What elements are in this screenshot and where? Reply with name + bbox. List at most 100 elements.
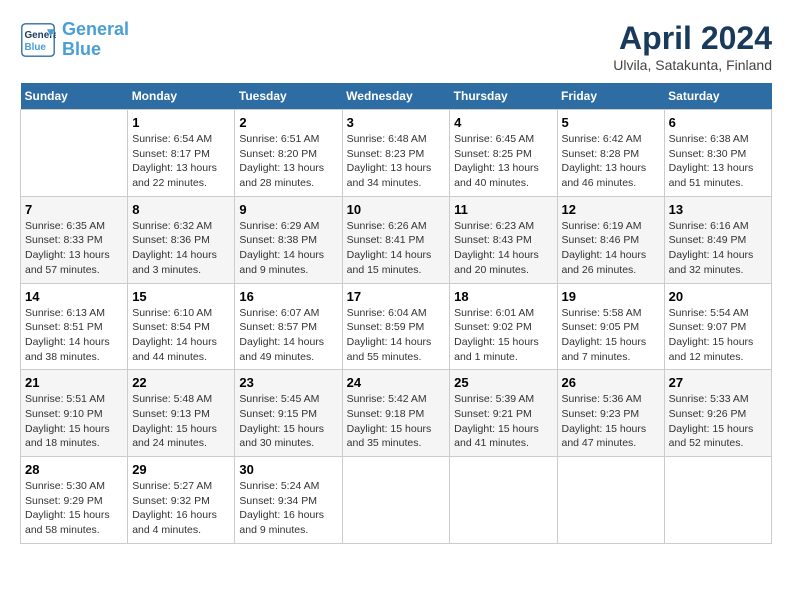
subtitle: Ulvila, Satakunta, Finland — [613, 57, 772, 73]
day-number: 22 — [132, 375, 230, 390]
day-number: 14 — [25, 289, 123, 304]
day-number: 18 — [454, 289, 552, 304]
day-number: 11 — [454, 202, 552, 217]
logo: General Blue GeneralBlue — [20, 20, 129, 60]
day-info: Sunrise: 6:19 AM Sunset: 8:46 PM Dayligh… — [562, 219, 660, 278]
calendar-cell: 26Sunrise: 5:36 AM Sunset: 9:23 PM Dayli… — [557, 370, 664, 457]
calendar-cell: 1 Sunrise: 6:54 AM Sunset: 8:17 PM Daylig… — [128, 110, 235, 197]
day-number: 9 — [239, 202, 337, 217]
calendar-cell: 11 Sunrise: 6:23 AM Sunset: 8:43 PM Dayli… — [450, 196, 557, 283]
day-header-tuesday: Tuesday — [235, 83, 342, 110]
day-info: Sunrise: 6:10 AM Sunset: 8:54 PM Dayligh… — [132, 306, 230, 365]
calendar-cell: 23 Sunrise: 5:45 AM Sunset: 9:15 PM Dayli… — [235, 370, 342, 457]
day-number: 16 — [239, 289, 337, 304]
calendar-cell — [557, 457, 664, 544]
calendar-cell: 27 Sunrise: 5:33 AM Sunset: 9:26 PM Dayli… — [664, 370, 771, 457]
calendar-cell: 12 Sunrise: 6:19 AM Sunset: 8:46 PM Dayli… — [557, 196, 664, 283]
calendar-cell: 18 Sunrise: 6:01 AM Sunset: 9:02 PM Dayli… — [450, 283, 557, 370]
day-number: 27 — [669, 375, 767, 390]
day-info: Sunrise: 6:23 AM Sunset: 8:43 PM Dayligh… — [454, 219, 552, 278]
day-header-wednesday: Wednesday — [342, 83, 450, 110]
day-number: 6 — [669, 115, 767, 130]
calendar-cell: 29 Sunrise: 5:27 AM Sunset: 9:32 PM Dayli… — [128, 457, 235, 544]
day-number: 15 — [132, 289, 230, 304]
day-header-monday: Monday — [128, 83, 235, 110]
day-info: Sunrise: 6:45 AM Sunset: 8:25 PM Dayligh… — [454, 132, 552, 191]
calendar-cell: 8 Sunrise: 6:32 AM Sunset: 8:36 PM Daylig… — [128, 196, 235, 283]
day-info: Sunrise: 6:35 AM Sunset: 8:33 PM Dayligh… — [25, 219, 123, 278]
day-info: Sunrise: 5:33 AM Sunset: 9:26 PM Dayligh… — [669, 392, 767, 451]
day-info: Sunrise: 5:36 AM Sunset: 9:23 PM Dayligh… — [562, 392, 660, 451]
day-number: 5 — [562, 115, 660, 130]
day-info: Sunrise: 6:26 AM Sunset: 8:41 PM Dayligh… — [347, 219, 446, 278]
day-number: 7 — [25, 202, 123, 217]
day-info: Sunrise: 6:51 AM Sunset: 8:20 PM Dayligh… — [239, 132, 337, 191]
day-info: Sunrise: 5:30 AM Sunset: 9:29 PM Dayligh… — [25, 479, 123, 538]
week-row-4: 21 Sunrise: 5:51 AM Sunset: 9:10 PM Dayli… — [21, 370, 772, 457]
calendar-cell: 9 Sunrise: 6:29 AM Sunset: 8:38 PM Daylig… — [235, 196, 342, 283]
day-number: 30 — [239, 462, 337, 477]
calendar-cell: 28Sunrise: 5:30 AM Sunset: 9:29 PM Dayli… — [21, 457, 128, 544]
day-info: Sunrise: 6:07 AM Sunset: 8:57 PM Dayligh… — [239, 306, 337, 365]
day-info: Sunrise: 6:04 AM Sunset: 8:59 PM Dayligh… — [347, 306, 446, 365]
day-number: 17 — [347, 289, 446, 304]
day-info: Sunrise: 6:29 AM Sunset: 8:38 PM Dayligh… — [239, 219, 337, 278]
calendar-cell: 30 Sunrise: 5:24 AM Sunset: 9:34 PM Dayli… — [235, 457, 342, 544]
day-info: Sunrise: 6:42 AM Sunset: 8:28 PM Dayligh… — [562, 132, 660, 191]
day-number: 10 — [347, 202, 446, 217]
calendar-cell — [450, 457, 557, 544]
calendar-cell: 16 Sunrise: 6:07 AM Sunset: 8:57 PM Dayli… — [235, 283, 342, 370]
svg-text:Blue: Blue — [25, 42, 47, 53]
logo-icon: General Blue — [20, 22, 56, 58]
calendar-cell: 3Sunrise: 6:48 AM Sunset: 8:23 PM Daylig… — [342, 110, 450, 197]
day-number: 29 — [132, 462, 230, 477]
day-number: 25 — [454, 375, 552, 390]
day-number: 23 — [239, 375, 337, 390]
calendar-cell: 15 Sunrise: 6:10 AM Sunset: 8:54 PM Dayli… — [128, 283, 235, 370]
day-info: Sunrise: 5:45 AM Sunset: 9:15 PM Dayligh… — [239, 392, 337, 451]
calendar-cell: 6 Sunrise: 6:38 AM Sunset: 8:30 PM Daylig… — [664, 110, 771, 197]
day-info: Sunrise: 5:24 AM Sunset: 9:34 PM Dayligh… — [239, 479, 337, 538]
day-info: Sunrise: 5:48 AM Sunset: 9:13 PM Dayligh… — [132, 392, 230, 451]
day-number: 1 — [132, 115, 230, 130]
day-info: Sunrise: 6:01 AM Sunset: 9:02 PM Dayligh… — [454, 306, 552, 365]
calendar-cell — [664, 457, 771, 544]
day-info: Sunrise: 6:54 AM Sunset: 8:17 PM Dayligh… — [132, 132, 230, 191]
day-number: 3 — [347, 115, 446, 130]
day-info: Sunrise: 5:39 AM Sunset: 9:21 PM Dayligh… — [454, 392, 552, 451]
day-info: Sunrise: 6:38 AM Sunset: 8:30 PM Dayligh… — [669, 132, 767, 191]
day-header-saturday: Saturday — [664, 83, 771, 110]
title-area: April 2024 Ulvila, Satakunta, Finland — [613, 20, 772, 73]
day-info: Sunrise: 5:42 AM Sunset: 9:18 PM Dayligh… — [347, 392, 446, 451]
week-row-1: 1 Sunrise: 6:54 AM Sunset: 8:17 PM Daylig… — [21, 110, 772, 197]
day-number: 13 — [669, 202, 767, 217]
logo-text: GeneralBlue — [62, 20, 129, 60]
calendar-cell: 7 Sunrise: 6:35 AM Sunset: 8:33 PM Daylig… — [21, 196, 128, 283]
calendar-cell: 24 Sunrise: 5:42 AM Sunset: 9:18 PM Dayli… — [342, 370, 450, 457]
day-number: 8 — [132, 202, 230, 217]
calendar-cell: 10 Sunrise: 6:26 AM Sunset: 8:41 PM Dayli… — [342, 196, 450, 283]
calendar-cell: 14 Sunrise: 6:13 AM Sunset: 8:51 PM Dayli… — [21, 283, 128, 370]
day-header-thursday: Thursday — [450, 83, 557, 110]
day-info: Sunrise: 6:13 AM Sunset: 8:51 PM Dayligh… — [25, 306, 123, 365]
day-number: 12 — [562, 202, 660, 217]
day-header-friday: Friday — [557, 83, 664, 110]
day-info: Sunrise: 5:58 AM Sunset: 9:05 PM Dayligh… — [562, 306, 660, 365]
calendar-cell: 19Sunrise: 5:58 AM Sunset: 9:05 PM Dayli… — [557, 283, 664, 370]
day-number: 21 — [25, 375, 123, 390]
calendar-cell: 17 Sunrise: 6:04 AM Sunset: 8:59 PM Dayli… — [342, 283, 450, 370]
day-info: Sunrise: 5:51 AM Sunset: 9:10 PM Dayligh… — [25, 392, 123, 451]
day-header-sunday: Sunday — [21, 83, 128, 110]
week-row-2: 7 Sunrise: 6:35 AM Sunset: 8:33 PM Daylig… — [21, 196, 772, 283]
calendar-cell: 25 Sunrise: 5:39 AM Sunset: 9:21 PM Dayli… — [450, 370, 557, 457]
calendar-table: SundayMondayTuesdayWednesdayThursdayFrid… — [20, 83, 772, 544]
calendar-cell — [342, 457, 450, 544]
week-row-3: 14 Sunrise: 6:13 AM Sunset: 8:51 PM Dayli… — [21, 283, 772, 370]
day-info: Sunrise: 5:27 AM Sunset: 9:32 PM Dayligh… — [132, 479, 230, 538]
day-number: 24 — [347, 375, 446, 390]
header-row: SundayMondayTuesdayWednesdayThursdayFrid… — [21, 83, 772, 110]
day-info: Sunrise: 5:54 AM Sunset: 9:07 PM Dayligh… — [669, 306, 767, 365]
day-number: 4 — [454, 115, 552, 130]
calendar-cell: 13Sunrise: 6:16 AM Sunset: 8:49 PM Dayli… — [664, 196, 771, 283]
day-info: Sunrise: 6:32 AM Sunset: 8:36 PM Dayligh… — [132, 219, 230, 278]
